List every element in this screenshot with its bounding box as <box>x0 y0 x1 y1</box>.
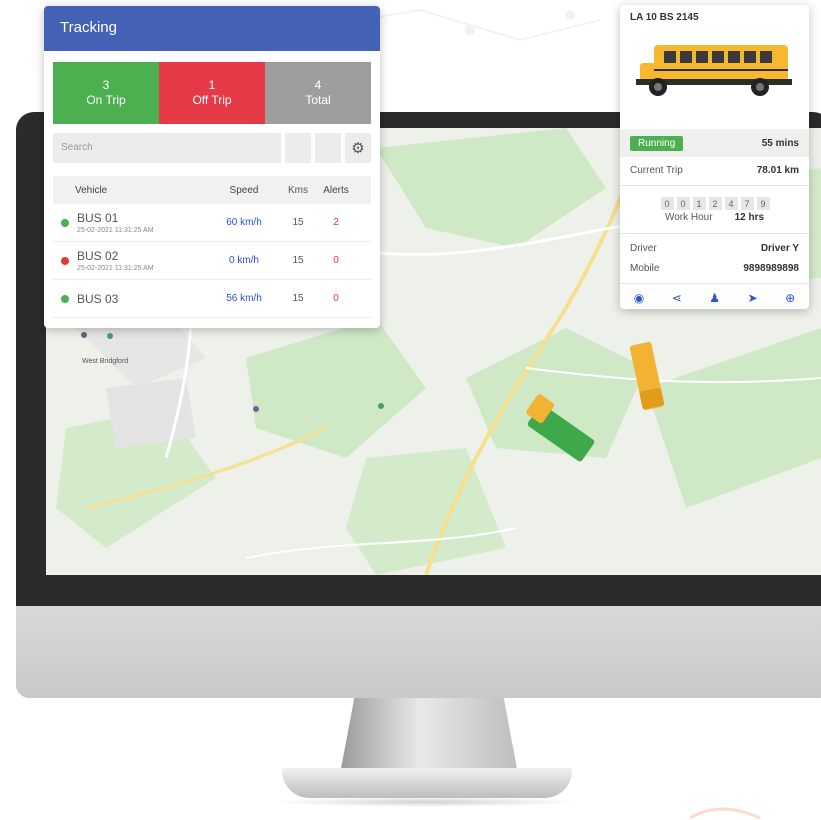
vehicle-speed: 56 km/h <box>226 293 262 304</box>
vehicle-alerts: 0 <box>333 293 339 304</box>
col-speed[interactable]: Speed <box>207 185 281 196</box>
stat-total[interactable]: 4 Total <box>265 62 371 124</box>
table-row[interactable]: BUS 02 25-02-2021 11:31:25 AM 0 km/h 15 … <box>53 242 371 280</box>
tracking-title: Tracking <box>44 6 380 51</box>
filter-button-2[interactable] <box>315 133 341 163</box>
stat-off-trip[interactable]: 1 Off Trip <box>159 62 265 124</box>
current-trip-row: Current Trip 78.01 km <box>620 165 809 176</box>
trip-stats: 3 On Trip 1 Off Trip 4 Total <box>53 62 371 124</box>
mobile-value: 9898989898 <box>743 263 799 274</box>
mobile-row: Mobile 9898989898 <box>620 263 809 274</box>
odometer-digit: 9 <box>756 197 770 210</box>
vehicle-name: BUS 01 <box>77 211 119 225</box>
tracking-panel: Tracking 3 On Trip 1 Off Trip 4 Total Se… <box>44 6 380 328</box>
monitor-stand-neck <box>340 698 518 774</box>
status-duration: 55 mins <box>761 137 799 149</box>
school-bus-image <box>636 45 792 96</box>
vehicle-table-header: Vehicle Speed Kms Alerts <box>53 176 371 204</box>
marketing-stage: West Bridgford Tracking 3 On Trip 1 Off … <box>0 0 821 820</box>
work-hour-label: Work Hour <box>664 212 713 223</box>
col-kms[interactable]: Kms <box>281 185 315 196</box>
current-trip-label: Current Trip <box>630 165 683 176</box>
zoom-icon[interactable]: ⊕ <box>785 291 795 305</box>
stat-value: 4 <box>314 78 322 92</box>
divider <box>620 283 809 284</box>
vehicle-timestamp: 25-02-2021 11:31:25 AM <box>77 265 154 272</box>
table-row[interactable]: BUS 03 56 km/h 15 0 <box>53 280 371 318</box>
col-vehicle[interactable]: Vehicle <box>53 185 183 196</box>
place-label: West Bridgford <box>82 358 129 365</box>
work-hour-row: Work Hour 12 hrs <box>620 212 809 223</box>
divider <box>620 185 809 186</box>
stat-label: Total <box>305 93 331 107</box>
vehicle-speed: 0 km/h <box>228 255 259 266</box>
stat-on-trip[interactable]: 3 On Trip <box>53 62 159 124</box>
odometer-digit: 0 <box>676 197 690 210</box>
monitor-chin <box>16 606 821 698</box>
odometer-digit: 1 <box>692 197 706 210</box>
vehicle-table: Vehicle Speed Kms Alerts BUS 01 25-02-20… <box>53 176 371 318</box>
mobile-label: Mobile <box>630 263 660 274</box>
odometer-digit: 0 <box>660 197 674 210</box>
odometer: 0 0 1 2 4 7 9 <box>650 197 780 210</box>
status-dot <box>61 256 69 265</box>
stat-value: 1 <box>208 78 216 92</box>
stand-shadow <box>270 797 584 807</box>
divider <box>620 233 809 234</box>
monitor-stand-base <box>282 768 572 798</box>
vehicle-detail-card: LA 10 BS 2145 Running 55 mins Current Tr… <box>620 5 809 309</box>
vehicle-kms: 15 <box>292 293 304 304</box>
vehicle-actions: ◉ ⋖ ♟ ➤ ⊕ <box>620 287 809 309</box>
vehicle-kms: 15 <box>292 217 304 228</box>
stat-label: Off Trip <box>192 93 232 107</box>
vehicle-timestamp: 25-02-2021 11:31:25 AM <box>77 227 154 234</box>
driver-value: Driver Y <box>760 243 799 254</box>
odometer-digit: 2 <box>708 197 722 210</box>
vehicle-alerts: 2 <box>333 217 339 228</box>
filter-button[interactable] <box>285 133 311 163</box>
vehicle-kms: 15 <box>292 255 304 266</box>
odometer-digit: 7 <box>740 197 754 210</box>
status-badge: Running <box>630 135 684 151</box>
vehicle-alerts: 0 <box>333 255 339 266</box>
share-icon[interactable]: ⋖ <box>672 291 682 305</box>
vehicle-name: BUS 02 <box>77 249 119 263</box>
eye-icon[interactable]: ◉ <box>634 291 644 305</box>
navigate-icon[interactable]: ➤ <box>748 291 758 305</box>
vehicle-name: BUS 03 <box>77 291 119 306</box>
vehicle-plate: LA 10 BS 2145 <box>630 12 699 23</box>
col-alerts[interactable]: Alerts <box>315 185 357 196</box>
search-row: Search ⚙ <box>53 133 371 163</box>
work-hour-value: 12 hrs <box>734 212 765 223</box>
vehicle-speed: 60 km/h <box>226 217 262 228</box>
driver-label: Driver <box>630 243 657 254</box>
current-trip-value: 78.01 km <box>756 165 799 176</box>
odometer-digit: 4 <box>724 197 738 210</box>
status-row: Running 55 mins <box>620 129 809 157</box>
status-dot <box>61 218 69 227</box>
stat-label: On Trip <box>86 93 126 107</box>
driver-row: Driver Driver Y <box>620 243 809 254</box>
table-row[interactable]: BUS 01 25-02-2021 11:31:25 AM 60 km/h 15… <box>53 204 371 242</box>
user-icon[interactable]: ♟ <box>709 291 720 305</box>
settings-gear-icon[interactable]: ⚙ <box>345 133 371 163</box>
status-dot <box>61 294 69 303</box>
stat-value: 3 <box>102 78 110 92</box>
search-input[interactable]: Search <box>53 133 281 163</box>
